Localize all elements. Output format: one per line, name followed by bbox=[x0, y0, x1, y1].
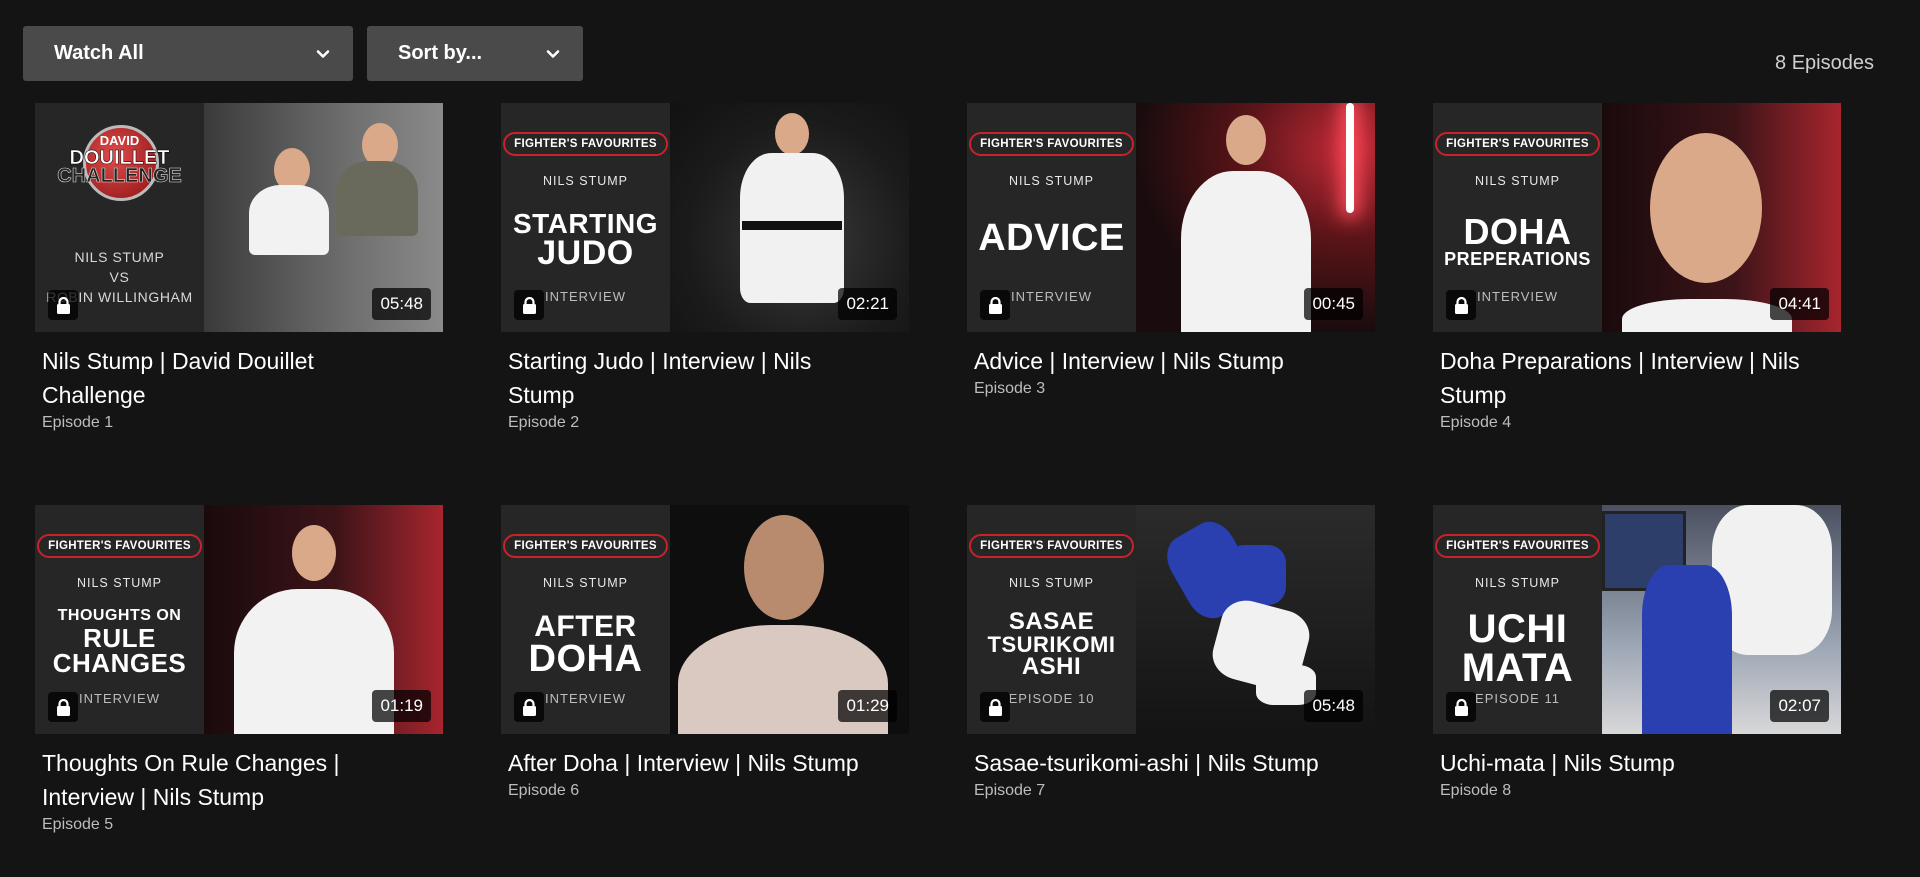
episode-thumbnail[interactable]: FIGHTER'S FAVOURITES NILS STUMP UCHI MAT… bbox=[1433, 505, 1841, 734]
episode-title[interactable]: Thoughts On Rule Changes | Interview | N… bbox=[42, 746, 402, 814]
episode-thumbnail[interactable]: FIGHTER'S FAVOURITES NILS STUMP AFTER DO… bbox=[501, 505, 909, 734]
poster-title: STARTING JUDO bbox=[512, 208, 659, 273]
poster-title: UCHI MATA bbox=[1461, 607, 1574, 691]
episode-title[interactable]: After Doha | Interview | Nils Stump bbox=[508, 746, 868, 780]
poster-badge: FIGHTER'S FAVOURITES bbox=[969, 132, 1134, 156]
challenge-logo: DAVID DOUILLET CHALLENGE bbox=[50, 125, 190, 203]
duration-badge: 02:07 bbox=[1770, 690, 1829, 722]
poster-badge: FIGHTER'S FAVOURITES bbox=[503, 534, 668, 558]
sort-by-label: Sort by... bbox=[398, 42, 483, 64]
lock-icon bbox=[980, 290, 1010, 320]
duration-badge: 05:48 bbox=[1304, 690, 1363, 722]
poster-title: ADVICE bbox=[978, 217, 1125, 259]
episode-number: Episode 1 bbox=[42, 414, 114, 431]
episode-card[interactable]: FIGHTER'S FAVOURITES NILS STUMP THOUGHTS… bbox=[35, 505, 443, 877]
poster-fighter: NILS STUMP bbox=[542, 576, 628, 590]
lock-icon bbox=[980, 692, 1010, 722]
episode-title[interactable]: Doha Preparations | Interview | Nils Stu… bbox=[1440, 344, 1800, 412]
poster-badge: FIGHTER'S FAVOURITES bbox=[37, 534, 202, 558]
watch-all-label: Watch All bbox=[54, 42, 144, 64]
duration-badge: 01:19 bbox=[372, 690, 431, 722]
episode-grid: DAVID DOUILLET CHALLENGE NILS STUMP VS R… bbox=[35, 103, 1841, 877]
lock-icon bbox=[1446, 290, 1476, 320]
duration-badge: 01:29 bbox=[838, 690, 897, 722]
poster-fighter: NILS STUMP bbox=[1008, 576, 1094, 590]
episode-card[interactable]: FIGHTER'S FAVOURITES NILS STUMP AFTER DO… bbox=[501, 505, 909, 877]
episode-title[interactable]: Advice | Interview | Nils Stump bbox=[974, 344, 1334, 378]
poster-fighter: NILS STUMP bbox=[1474, 174, 1560, 188]
poster-title: SASAE TSURIKOMI ASHI bbox=[987, 608, 1116, 681]
episode-number: Episode 5 bbox=[42, 816, 114, 833]
episode-thumbnail[interactable]: FIGHTER'S FAVOURITES NILS STUMP THOUGHTS… bbox=[35, 505, 443, 734]
poster-fighter: NILS STUMP bbox=[1474, 576, 1560, 590]
episode-thumbnail[interactable]: FIGHTER'S FAVOURITES NILS STUMP SASAE TS… bbox=[967, 505, 1375, 734]
episode-title[interactable]: Starting Judo | Interview | Nils Stump bbox=[508, 344, 868, 412]
episode-number: Episode 7 bbox=[974, 782, 1046, 799]
chevron-down-icon bbox=[546, 49, 560, 58]
episode-number: Episode 8 bbox=[1440, 782, 1512, 799]
episode-title[interactable]: Sasae-tsurikomi-ashi | Nils Stump bbox=[974, 746, 1334, 780]
poster-title: DOHA PREPERATIONS bbox=[1444, 211, 1591, 270]
episode-card[interactable]: FIGHTER'S FAVOURITES NILS STUMP UCHI MAT… bbox=[1433, 505, 1841, 877]
poster-badge: FIGHTER'S FAVOURITES bbox=[503, 132, 668, 156]
episode-card[interactable]: FIGHTER'S FAVOURITES NILS STUMP ADVICE I… bbox=[967, 103, 1375, 505]
filter-toolbar: Watch All Sort by... bbox=[23, 26, 583, 81]
episode-title[interactable]: Uchi-mata | Nils Stump bbox=[1440, 746, 1800, 780]
poster-badge: FIGHTER'S FAVOURITES bbox=[1435, 132, 1600, 156]
episode-number: Episode 6 bbox=[508, 782, 580, 799]
episode-count: 8 Episodes bbox=[1775, 52, 1874, 74]
episode-thumbnail[interactable]: FIGHTER'S FAVOURITES NILS STUMP DOHA PRE… bbox=[1433, 103, 1841, 332]
poster-fighter: NILS STUMP bbox=[76, 576, 162, 590]
duration-badge: 02:21 bbox=[838, 288, 897, 320]
episode-card[interactable]: FIGHTER'S FAVOURITES NILS STUMP STARTING… bbox=[501, 103, 909, 505]
poster-title: THOUGHTS ON RULE CHANGES bbox=[52, 607, 187, 679]
episode-number: Episode 2 bbox=[508, 414, 580, 431]
episode-thumbnail[interactable]: DAVID DOUILLET CHALLENGE NILS STUMP VS R… bbox=[35, 103, 443, 332]
duration-badge: 00:45 bbox=[1304, 288, 1363, 320]
episode-card[interactable]: DAVID DOUILLET CHALLENGE NILS STUMP VS R… bbox=[35, 103, 443, 505]
lock-icon bbox=[1446, 692, 1476, 722]
duration-badge: 05:48 bbox=[372, 288, 431, 320]
poster-badge: FIGHTER'S FAVOURITES bbox=[1435, 534, 1600, 558]
episode-thumbnail[interactable]: FIGHTER'S FAVOURITES NILS STUMP STARTING… bbox=[501, 103, 909, 332]
lock-icon bbox=[48, 290, 78, 320]
lock-icon bbox=[514, 290, 544, 320]
episode-card[interactable]: FIGHTER'S FAVOURITES NILS STUMP DOHA PRE… bbox=[1433, 103, 1841, 505]
watch-all-dropdown[interactable]: Watch All bbox=[23, 26, 353, 81]
episode-number: Episode 3 bbox=[974, 380, 1046, 397]
episode-number: Episode 4 bbox=[1440, 414, 1512, 431]
chevron-down-icon bbox=[316, 49, 330, 58]
episode-thumbnail[interactable]: FIGHTER'S FAVOURITES NILS STUMP ADVICE I… bbox=[967, 103, 1375, 332]
duration-badge: 04:41 bbox=[1770, 288, 1829, 320]
sort-by-dropdown[interactable]: Sort by... bbox=[367, 26, 583, 81]
poster-badge: FIGHTER'S FAVOURITES bbox=[969, 534, 1134, 558]
episode-card[interactable]: FIGHTER'S FAVOURITES NILS STUMP SASAE TS… bbox=[967, 505, 1375, 877]
poster-fighter: NILS STUMP bbox=[542, 174, 628, 188]
poster-title: AFTER DOHA bbox=[528, 610, 643, 681]
lock-icon bbox=[514, 692, 544, 722]
episode-title[interactable]: Nils Stump | David Douillet Challenge bbox=[42, 344, 402, 412]
lock-icon bbox=[48, 692, 78, 722]
poster-fighter: NILS STUMP bbox=[1008, 174, 1094, 188]
